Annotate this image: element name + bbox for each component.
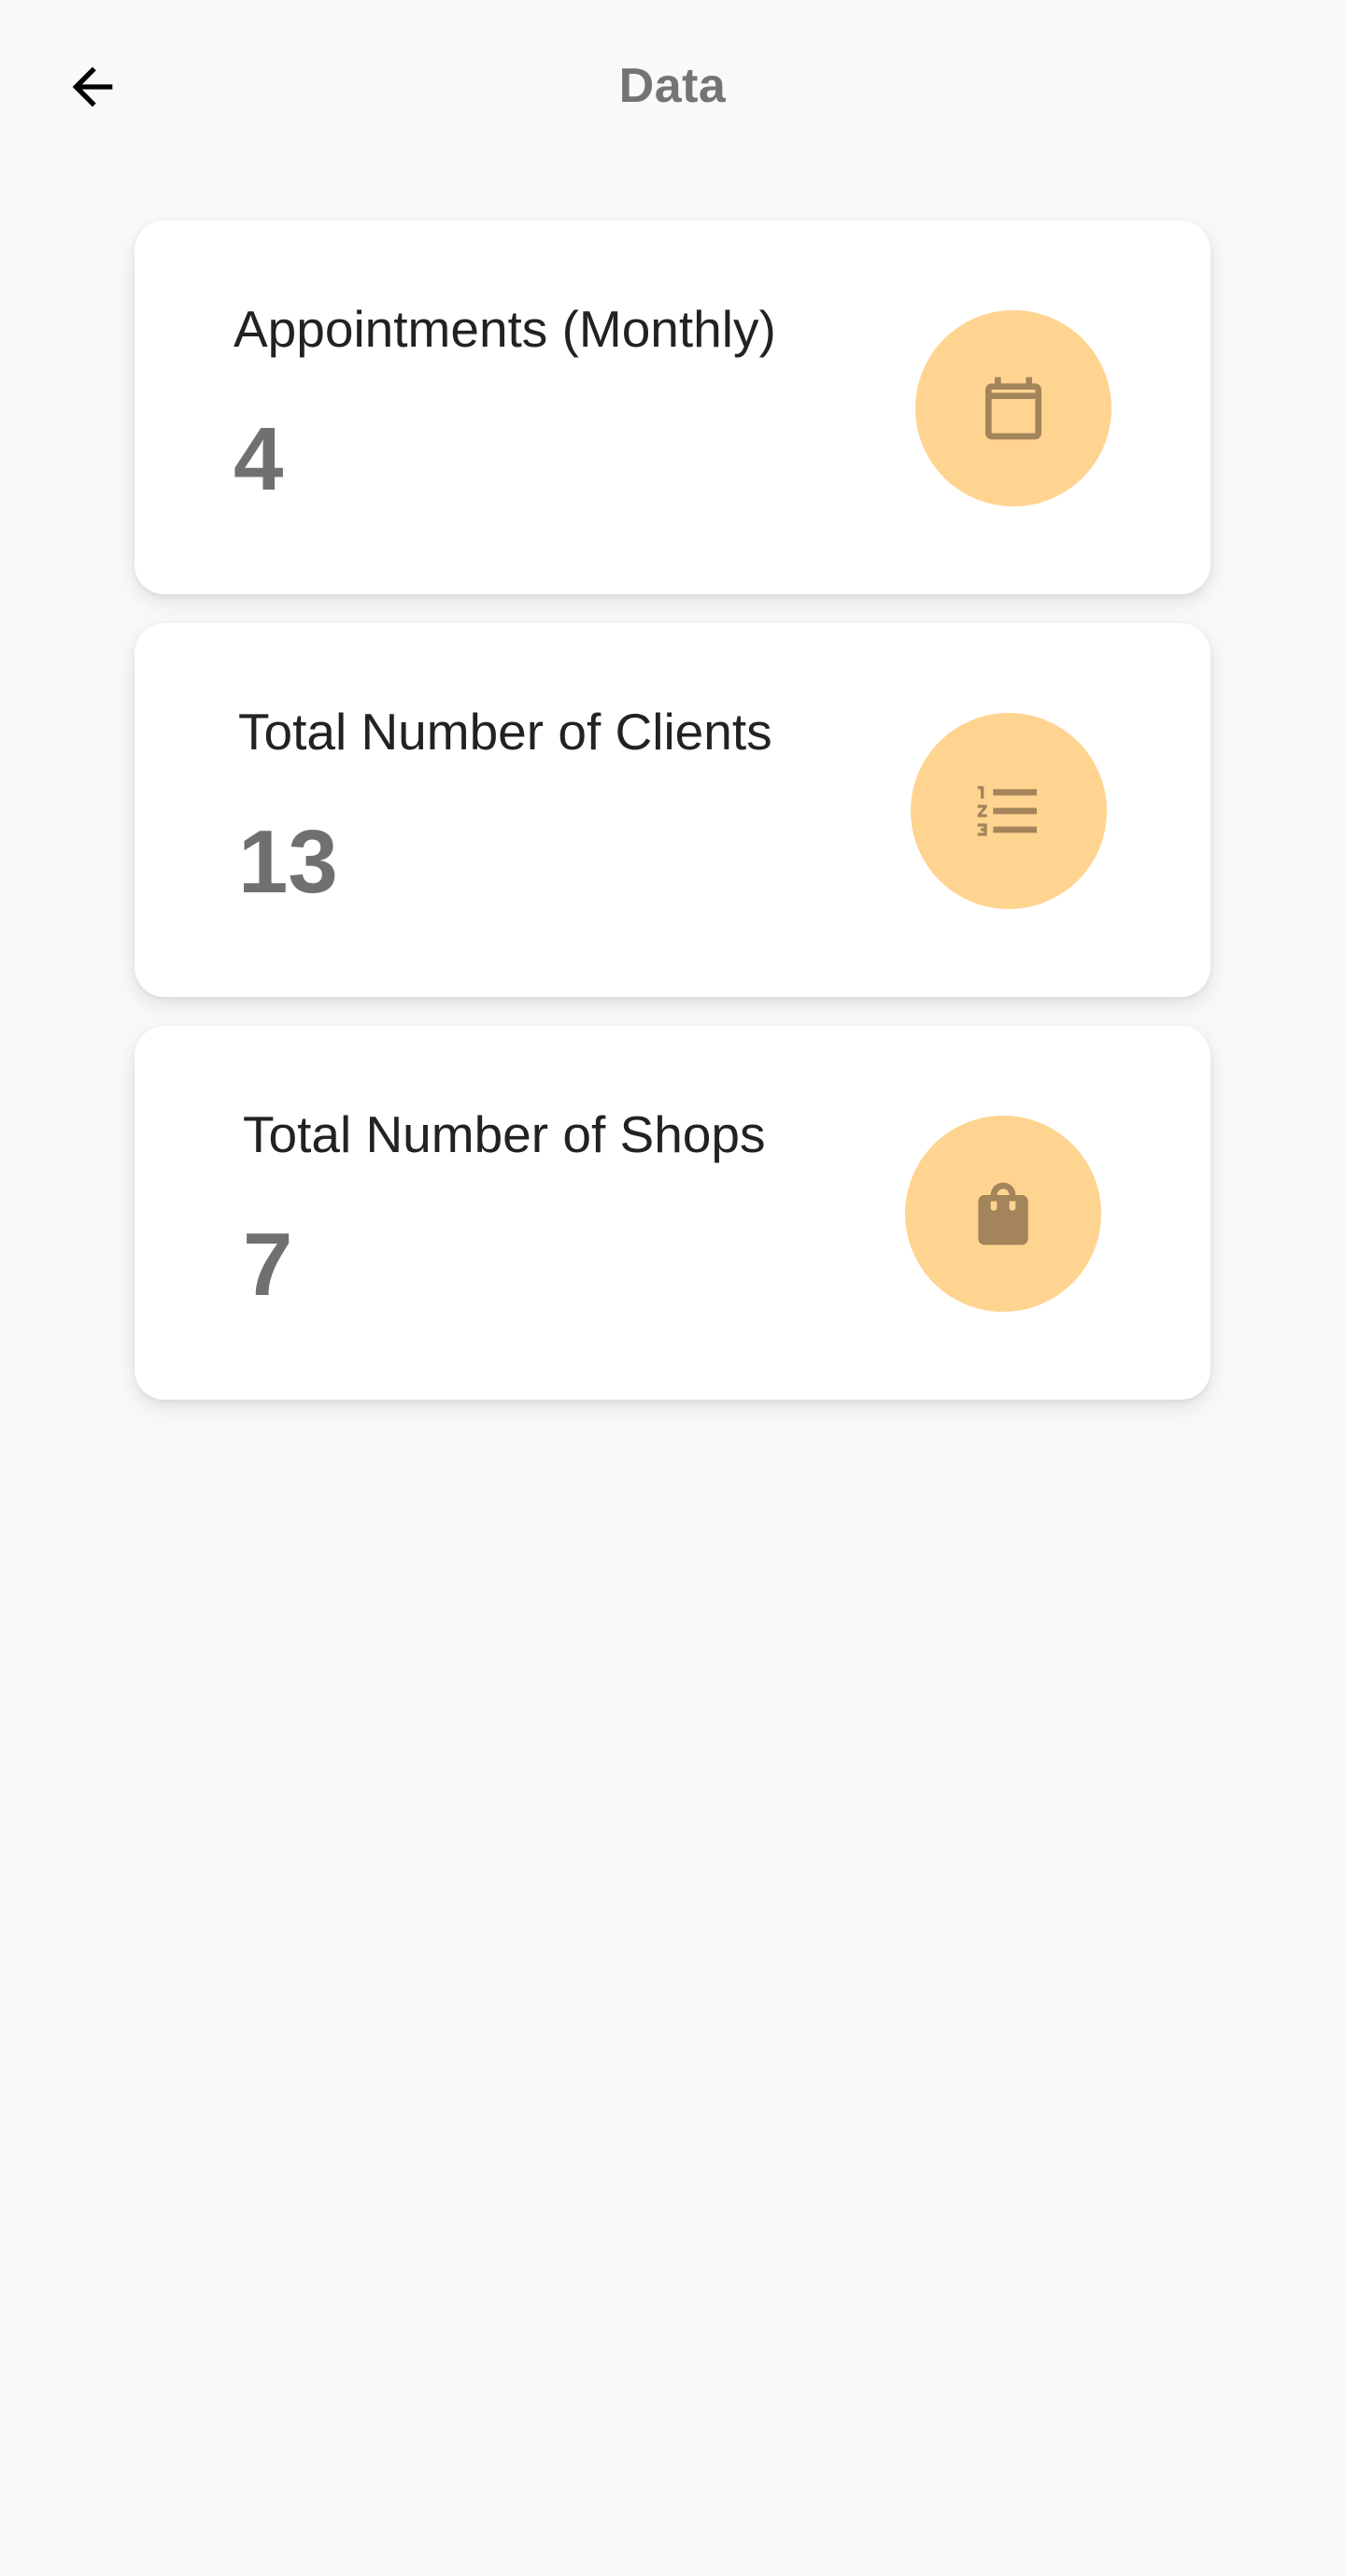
card-value: 13 xyxy=(238,812,338,912)
page-title: Data xyxy=(618,59,727,113)
data-screen: Data Appointments (Monthly) 4 Total Numb… xyxy=(0,0,1345,2576)
card-label: Total Number of Clients xyxy=(238,703,772,761)
numbered-list-icon-badge xyxy=(911,713,1107,909)
clients-card[interactable]: Total Number of Clients 13 xyxy=(134,623,1210,997)
calendar-icon xyxy=(985,377,1041,440)
appointments-card[interactable]: Appointments (Monthly) 4 xyxy=(134,221,1210,594)
shops-card[interactable]: Total Number of Shops 7 xyxy=(134,1026,1210,1400)
numbered-list-icon xyxy=(977,786,1037,836)
card-value: 4 xyxy=(234,409,284,509)
calendar-icon-badge xyxy=(915,310,1111,506)
card-label: Appointments (Monthly) xyxy=(234,300,776,358)
card-value: 7 xyxy=(243,1215,293,1315)
card-label: Total Number of Shops xyxy=(243,1105,766,1163)
shopping-bag-icon-badge xyxy=(905,1116,1101,1312)
shopping-bag-icon xyxy=(978,1182,1028,1245)
app-bar: Data xyxy=(0,0,1345,174)
